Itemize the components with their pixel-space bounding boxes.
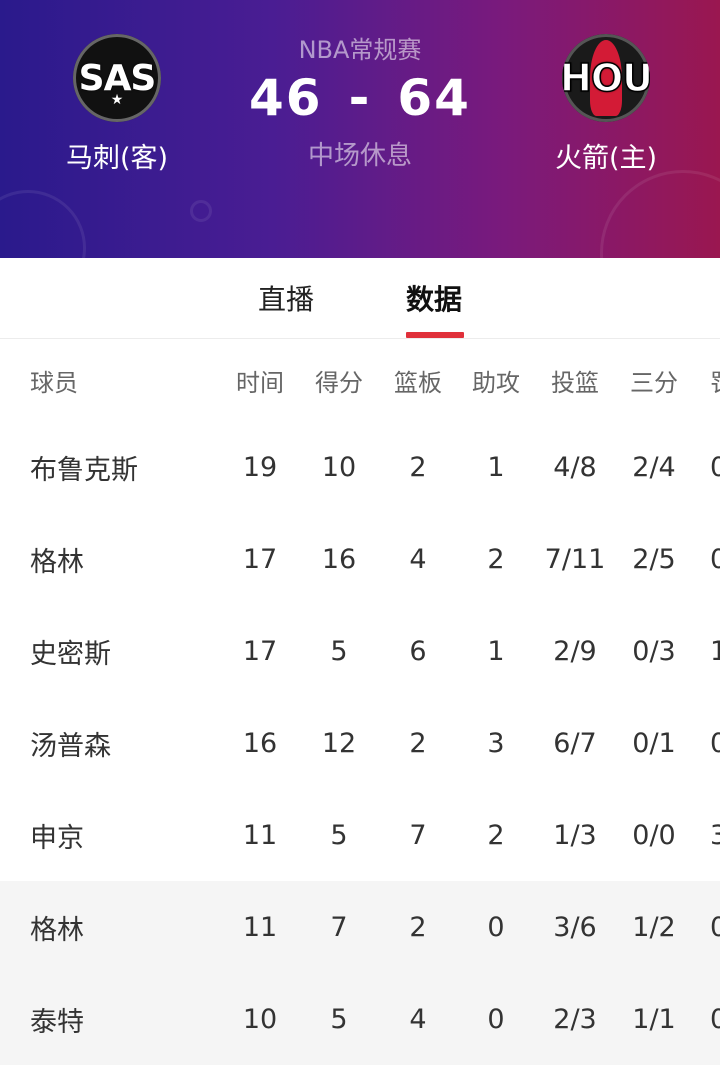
- rebounds: 6: [409, 635, 427, 667]
- rebounds: 2: [409, 451, 427, 483]
- assists: 1: [487, 451, 505, 483]
- field-goals: 3/6: [553, 911, 597, 943]
- rebounds: 2: [409, 911, 427, 943]
- game-status: 中场休息: [307, 141, 412, 171]
- points: 7: [330, 911, 348, 943]
- star-icon: ★: [110, 92, 124, 108]
- minutes: 19: [242, 451, 278, 483]
- away-team-name: 马刺(客): [65, 143, 169, 174]
- header-assists[interactable]: 助攻: [456, 339, 536, 421]
- decor-circle: [190, 200, 212, 222]
- header-rebounds[interactable]: 篮板: [378, 339, 458, 421]
- score: 46-64: [230, 69, 490, 127]
- assists: 1: [487, 635, 505, 667]
- player-name[interactable]: 申京: [30, 789, 210, 881]
- assists: 0: [487, 1003, 505, 1035]
- table-row[interactable]: 申京 11 5 7 2 1/3 0/0 3: [0, 789, 720, 881]
- assists: 0: [487, 911, 505, 943]
- game-header: SAS ★ 马刺(客) NBA常规赛 46-64 中场休息 HOU 火箭(主): [0, 0, 720, 258]
- player-name[interactable]: 格林: [30, 881, 210, 973]
- minutes: 11: [242, 819, 278, 851]
- field-goals: 7/11: [544, 543, 606, 575]
- three-pointers: 1/2: [632, 911, 676, 943]
- free-throws: 0: [710, 1003, 720, 1035]
- player-name[interactable]: 格林: [30, 513, 210, 605]
- spurs-logo-icon: SAS ★: [73, 34, 161, 122]
- rockets-logo-icon: HOU: [562, 34, 650, 122]
- table-row[interactable]: 格林 11 7 2 0 3/6 1/2 0: [0, 881, 720, 973]
- header-field-goals[interactable]: 投篮: [535, 339, 615, 421]
- scoreboard: NBA常规赛 46-64 中场休息: [230, 30, 490, 172]
- player-name[interactable]: 泰特: [30, 973, 210, 1065]
- header-free-throws[interactable]: 罚: [700, 339, 720, 421]
- league-label: NBA常规赛: [298, 36, 422, 64]
- three-pointers: 0/0: [632, 819, 676, 851]
- home-team-name: 火箭(主): [554, 143, 658, 174]
- points: 5: [330, 1003, 348, 1035]
- table-row[interactable]: 汤普森 16 12 2 3 6/7 0/1 0: [0, 697, 720, 789]
- minutes: 16: [242, 727, 278, 759]
- three-pointers: 1/1: [632, 1003, 676, 1035]
- free-throws: 0: [710, 543, 720, 575]
- field-goals: 6/7: [553, 727, 597, 759]
- home-team-abbr: HOU: [562, 55, 650, 101]
- away-team[interactable]: SAS ★ 马刺(客): [47, 34, 187, 175]
- points: 5: [330, 635, 348, 667]
- three-pointers: 2/4: [632, 451, 676, 483]
- points: 12: [321, 727, 357, 759]
- table-row[interactable]: 布鲁克斯 19 10 2 1 4/8 2/4 0: [0, 421, 720, 513]
- table-row[interactable]: 泰特 10 5 4 0 2/3 1/1 0: [0, 973, 720, 1065]
- player-stats-table: 球员 时间 得分 篮板 助攻 投篮 三分 罚 布鲁克斯 19 10 2 1 4/…: [0, 339, 720, 1065]
- points: 16: [321, 543, 357, 575]
- three-pointers: 0/3: [632, 635, 676, 667]
- field-goals: 2/3: [553, 1003, 597, 1035]
- free-throws: 3: [710, 819, 720, 851]
- minutes: 11: [242, 911, 278, 943]
- free-throws: 1: [710, 635, 720, 667]
- active-tab-indicator: [406, 332, 464, 338]
- points: 5: [330, 819, 348, 851]
- assists: 3: [487, 727, 505, 759]
- header-points[interactable]: 得分: [299, 339, 379, 421]
- table-header-row: 球员 时间 得分 篮板 助攻 投篮 三分 罚: [0, 339, 720, 421]
- decor-circle: [600, 170, 720, 258]
- header-minutes[interactable]: 时间: [220, 339, 300, 421]
- rebounds: 7: [409, 819, 427, 851]
- free-throws: 0: [710, 451, 720, 483]
- assists: 2: [487, 819, 505, 851]
- minutes: 17: [242, 543, 278, 575]
- away-score: 46: [249, 69, 323, 127]
- points: 10: [321, 451, 357, 483]
- minutes: 17: [242, 635, 278, 667]
- tab-stats[interactable]: 数据: [406, 278, 462, 318]
- decor-circle: [0, 190, 86, 258]
- free-throws: 0: [710, 911, 720, 943]
- free-throws: 0: [710, 727, 720, 759]
- player-name[interactable]: 史密斯: [30, 605, 210, 697]
- table-row[interactable]: 史密斯 17 5 6 1 2/9 0/3 1: [0, 605, 720, 697]
- home-team[interactable]: HOU 火箭(主): [536, 34, 676, 175]
- home-score: 64: [397, 69, 471, 127]
- player-name[interactable]: 布鲁克斯: [30, 421, 210, 513]
- header-three-pointers[interactable]: 三分: [614, 339, 694, 421]
- tab-live[interactable]: 直播: [258, 278, 314, 318]
- table-row[interactable]: 格林 17 16 4 2 7/11 2/5 0: [0, 513, 720, 605]
- assists: 2: [487, 543, 505, 575]
- header-player: 球员: [30, 368, 78, 397]
- field-goals: 4/8: [553, 451, 597, 483]
- three-pointers: 2/5: [632, 543, 676, 575]
- field-goals: 2/9: [553, 635, 597, 667]
- three-pointers: 0/1: [632, 727, 676, 759]
- tab-bar: 直播 数据: [0, 258, 720, 339]
- player-name[interactable]: 汤普森: [30, 697, 210, 789]
- rebounds: 2: [409, 727, 427, 759]
- field-goals: 1/3: [553, 819, 597, 851]
- score-separator: -: [348, 69, 372, 127]
- minutes: 10: [242, 1003, 278, 1035]
- rebounds: 4: [409, 1003, 427, 1035]
- rebounds: 4: [409, 543, 427, 575]
